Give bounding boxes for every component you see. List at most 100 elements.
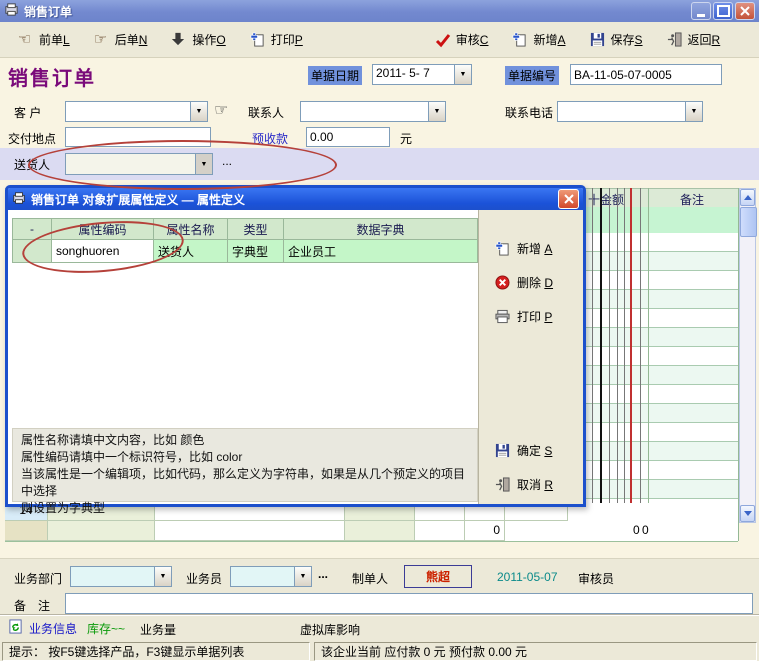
scroll-down-button[interactable] [740,505,755,522]
grid-line-red [630,188,632,541]
hand-left-icon: ☜ [18,32,34,48]
delete-circle-icon [495,275,511,291]
status-hint: 提示： 按F5键选择产品，F3键显示单据列表 [2,642,310,661]
totals-corner-cell [5,521,48,541]
window-titlebar: 销售订单 [0,0,759,22]
dialog-new-button[interactable]: 新增 A [495,240,552,257]
phone-label: 联系电话 [505,104,553,121]
customer-label: 客 户 [14,104,41,121]
attr-type-cell[interactable]: 字典型 [228,240,284,263]
operation-button[interactable]: 操作O [165,28,231,51]
app-icon [4,2,19,20]
dialog-ok-button[interactable]: 确定 S [495,442,552,459]
new-doc-button[interactable]: 新增A [506,28,571,51]
dialog-delete-button[interactable]: 删除 D [495,274,553,291]
contact-combo[interactable] [300,101,446,122]
grid-line [617,188,618,541]
dialog-title: 销售订单 对象扩展属性定义 — 属性定义 [31,191,245,208]
salesman-label: 业务员 [186,570,222,587]
return-button[interactable]: 返回R [661,28,727,51]
dept-combo[interactable] [70,566,172,587]
prev-doc-button[interactable]: ☜ 前单L [12,28,76,51]
status-balance: 该企业当前 应付款 0 元 预付款 0.00 元 [314,642,757,661]
doc-date-label: 单据日期 [308,66,362,85]
hint-line: 则设置为字典型 [21,500,469,517]
salesman-value [231,567,294,586]
col-data-dict: 数据字典 [284,218,478,240]
salesman-combo[interactable] [230,566,312,587]
grid-line [600,188,602,541]
grid-line [624,188,625,541]
maker-name-box: 熊超 [404,565,472,588]
remark-label: 备 注 [14,597,50,614]
dialog-titlebar: 销售订单 对象扩展属性定义 — 属性定义 [8,188,583,210]
close-button[interactable] [735,2,755,20]
dialog-hints: 属性名称请填中文内容，比如 颜色 属性编码请填中一个标识符号，比如 color … [12,428,478,502]
exit-door-icon [667,32,683,48]
grid-col-amount: 十金额 [588,191,624,208]
scroll-up-button[interactable] [740,189,755,206]
customer-value [66,102,190,121]
doc-no-value: BA-11-05-07-0005 [574,68,672,82]
hand-right-icon: ☞ [94,32,110,48]
dialog-close-button[interactable] [558,189,579,209]
dropdown-arrow-icon[interactable] [454,65,471,84]
doc-no-label: 单据编号 [505,66,559,85]
dropdown-arrow-icon[interactable] [294,567,311,586]
salesman-more-button[interactable]: ... [318,567,328,581]
refresh-doc-icon[interactable] [8,619,23,637]
hint-line: 当该属性是一个编辑项，比如代码，那么定义为字符串，如果是从几个预定义的项目中选择 [21,466,469,500]
exit-door-icon [495,477,511,493]
window-title: 销售订单 [24,3,72,20]
hint-line: 属性名称请填中文内容，比如 颜色 [21,432,469,449]
printer-icon [495,309,511,325]
phone-value [558,102,685,121]
contact-label: 联系人 [248,104,284,121]
phone-combo[interactable] [557,101,703,122]
sales-order-window: 销售订单 ☜ 前单L ☞ 后单N 操作O [0,0,759,661]
dialog-cancel-button[interactable]: 取消 R [495,476,553,493]
save-button[interactable]: 保存S [584,28,649,51]
totals-cell [48,521,155,541]
grid-line [592,188,593,541]
dropdown-arrow-icon[interactable] [154,567,171,586]
dialog-print-button[interactable]: 打印 P [495,308,552,325]
print-button[interactable]: 打印P [244,28,309,51]
grid-line [609,188,610,541]
dropdown-arrow-icon[interactable] [685,102,702,121]
dropdown-arrow-icon[interactable] [190,102,207,121]
hint-line: 属性编码请填中一个标识符号，比如 color [21,449,469,466]
pick-customer-hand-icon[interactable]: ☞ [214,103,228,118]
dept-label: 业务部门 [14,570,62,587]
scroll-thumb[interactable] [740,207,757,237]
business-info-label[interactable]: 业务信息 [29,620,77,637]
doc-no-input[interactable]: BA-11-05-07-0005 [570,64,722,85]
maker-label: 制单人 [352,570,388,587]
floppy-icon [495,443,511,459]
floppy-icon [590,32,606,48]
audit-button[interactable]: 审核C [429,28,495,51]
grid-col-note: 备注 [680,191,704,208]
maximize-button[interactable] [713,2,733,20]
totals-cell [415,521,465,541]
totals-qty: 0 [465,521,505,541]
main-toolbar: ☜ 前单L ☞ 后单N 操作O 打印P 审核C [0,22,759,58]
prepay-input[interactable]: 0.00 [306,127,390,147]
attr-dict-cell[interactable]: 企业员工 [284,240,478,263]
doc-date-combo[interactable]: 2011- 5- 7 [372,64,472,85]
minimize-button[interactable] [691,2,711,20]
volume-label: 业务量 [140,621,176,638]
totals-cell [345,521,415,541]
prepay-value: 0.00 [310,130,333,144]
remark-input[interactable] [65,593,753,614]
contact-value [301,102,428,121]
dropdown-arrow-icon[interactable] [428,102,445,121]
doc-plus-icon [495,241,511,257]
down-arrow-icon [171,32,187,48]
next-doc-button[interactable]: ☞ 后单N [88,28,154,51]
grid-scrollbar[interactable] [739,188,756,523]
customer-combo[interactable] [65,101,208,122]
stock-label: 库存~~ [87,620,125,637]
doc-plus-icon [512,32,528,48]
totals-amount-1: 0 [633,523,640,537]
